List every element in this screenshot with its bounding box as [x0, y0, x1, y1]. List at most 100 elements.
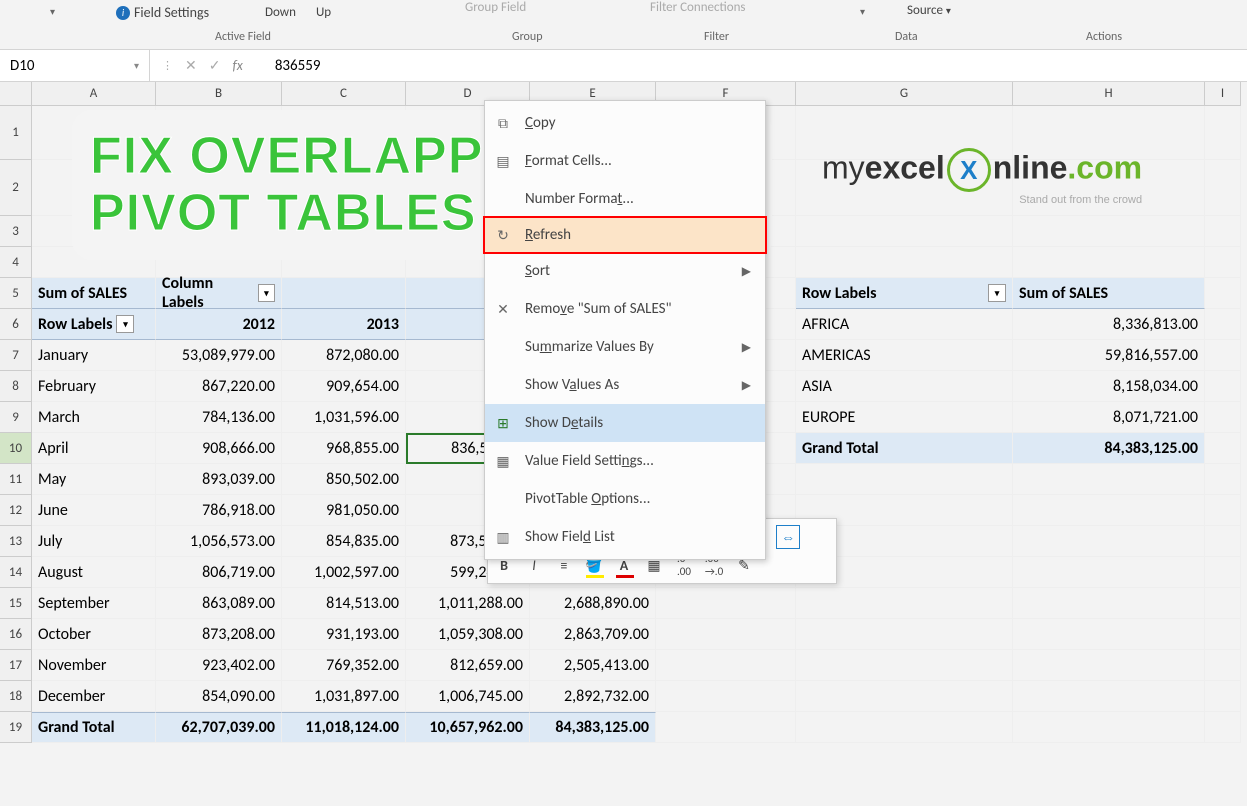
row-header-5[interactable]: 5	[0, 278, 32, 309]
row-header-19[interactable]: 19	[0, 712, 32, 743]
row-header-4[interactable]: 4	[0, 247, 32, 278]
row-header-9[interactable]: 9	[0, 402, 32, 433]
pivot2-grand-total[interactable]: 84,383,125.00	[1013, 433, 1205, 464]
col-header-C[interactable]: C	[282, 82, 406, 106]
row-header-1[interactable]: 1	[0, 106, 32, 160]
cancel-icon[interactable]: ✕	[185, 57, 197, 74]
group-label-active-field: Active Field	[215, 30, 271, 44]
col-header-B[interactable]: B	[156, 82, 282, 106]
group-field-button: Group Field	[465, 0, 526, 15]
field-list-icon: ▥	[493, 529, 513, 546]
drill-buttons: Down Up	[265, 5, 331, 20]
pivot1-row-labels[interactable]: Row Labels▾	[32, 309, 156, 340]
row-header-6[interactable]: 6	[0, 309, 32, 340]
grand-total-label[interactable]: Grand Total	[32, 712, 156, 743]
cm-refresh[interactable]: ↻Refresh	[483, 216, 767, 254]
pivot1-col-labels[interactable]: Column Labels▾	[156, 278, 282, 309]
col-header-A[interactable]: A	[32, 82, 156, 106]
row-header-2[interactable]: 2	[0, 160, 32, 216]
change-source-button[interactable]: Source ▾	[907, 3, 951, 18]
info-icon: i	[116, 6, 130, 20]
cm-show-values[interactable]: Show Values As▶	[485, 366, 765, 404]
accept-icon[interactable]: ✓	[209, 57, 221, 74]
drill-down[interactable]: Down	[265, 5, 296, 20]
fx-controls: ⋮ ✕ ✓ fx	[150, 57, 255, 74]
month[interactable]: January	[32, 340, 156, 371]
refresh-icon: ↻	[493, 227, 513, 244]
field-settings-label: Field Settings	[134, 4, 209, 21]
cm-number-format[interactable]: Number Format...	[485, 180, 765, 218]
ribbon-dropdown-2[interactable]: ▾	[860, 5, 865, 18]
pivot2-grand-total-label[interactable]: Grand Total	[796, 433, 1013, 464]
row-header-12[interactable]: 12	[0, 495, 32, 526]
context-menu: ⧉Copy ▤Format Cells... Number Format... …	[484, 100, 766, 560]
pivot2-row[interactable]: AFRICA	[796, 309, 1013, 340]
row-header-17[interactable]: 17	[0, 650, 32, 681]
cm-format-cells[interactable]: ▤Format Cells...	[485, 142, 765, 180]
row-header-3[interactable]: 3	[0, 216, 32, 247]
ribbon-dropdown[interactable]: ▾	[50, 5, 55, 18]
chevron-right-icon: ▶	[742, 340, 751, 355]
drill-up[interactable]: Up	[316, 5, 331, 20]
formula-bar: D10 ▾ ⋮ ✕ ✓ fx 836559	[0, 50, 1247, 82]
settings-icon: ▦	[493, 453, 513, 470]
cm-summarize[interactable]: Summarize Values By▶	[485, 328, 765, 366]
row-header-10[interactable]: 10	[0, 433, 32, 464]
col-header-I[interactable]: I	[1205, 82, 1241, 106]
group-label-filter: Filter	[704, 30, 729, 44]
remove-icon: ✕	[493, 301, 513, 318]
row-header-13[interactable]: 13	[0, 526, 32, 557]
row-header-16[interactable]: 16	[0, 619, 32, 650]
fx-icon[interactable]: fx	[232, 57, 242, 74]
row-header-18[interactable]: 18	[0, 681, 32, 712]
name-box[interactable]: D10 ▾	[0, 50, 150, 81]
cm-pivot-options[interactable]: PivotTable Options...	[485, 480, 765, 518]
filter-connections-button: Filter Connections	[650, 0, 746, 15]
col-header-H[interactable]: H	[1013, 82, 1205, 106]
logo-tagline: Stand out from the crowd	[822, 194, 1142, 206]
fx-expand-icon[interactable]: ⋮	[162, 59, 173, 72]
select-all-corner[interactable]	[0, 82, 32, 106]
cm-sort[interactable]: Sort▶	[485, 252, 765, 290]
pivot1-year-2012[interactable]: 2012	[156, 309, 282, 340]
filter-icon[interactable]: ▾	[988, 284, 1006, 302]
chevron-right-icon: ▶	[742, 264, 751, 279]
row-header-11[interactable]: 11	[0, 464, 32, 495]
cell-reference: D10	[10, 57, 34, 75]
chevron-right-icon: ▶	[742, 378, 751, 393]
cm-remove[interactable]: ✕Remove "Sum of SALES"	[485, 290, 765, 328]
row-header-8[interactable]: 8	[0, 371, 32, 402]
formula-input[interactable]: 836559	[255, 53, 1247, 79]
row-header-7[interactable]: 7	[0, 340, 32, 371]
logo-circle-icon: X	[947, 148, 991, 192]
col-header-G[interactable]: G	[796, 82, 1013, 106]
pivot1-year-2013[interactable]: 2013	[282, 309, 406, 340]
cm-show-field-list[interactable]: ▥Show Field List	[485, 518, 765, 556]
pivot2-row-labels[interactable]: Row Labels▾	[796, 278, 1013, 309]
row-header-14[interactable]: 14	[0, 557, 32, 588]
ribbon: ▾ i Field Settings Down Up Active Field …	[0, 0, 1247, 50]
logo-com: .com	[1067, 149, 1142, 185]
cm-show-details[interactable]: ⊞Show Details	[485, 404, 765, 442]
row-header-15[interactable]: 15	[0, 588, 32, 619]
show-details-icon: ⊞	[493, 415, 513, 432]
pivot1-title[interactable]: Sum of SALES	[32, 278, 156, 309]
format-cells-icon: ▤	[493, 153, 513, 170]
group-label-group: Group	[512, 30, 543, 44]
filter-icon[interactable]: ▾	[258, 284, 275, 302]
logo-excel: excel	[865, 149, 945, 185]
row-headers: 1 2 3 4 5 6 7 8 9 10 11 12 13 14 15 16 1…	[0, 106, 32, 743]
merge-icon[interactable]: ⇔	[776, 525, 800, 549]
group-label-actions: Actions	[1086, 30, 1122, 44]
pivot2-val[interactable]: 8,336,813.00	[1013, 309, 1205, 340]
field-settings-button[interactable]: i Field Settings	[108, 2, 217, 23]
logo-my: my	[822, 149, 865, 185]
cm-copy[interactable]: ⧉Copy	[485, 104, 765, 142]
logo: myexcelXnline.com Stand out from the cro…	[822, 148, 1142, 206]
group-label-data: Data	[895, 30, 918, 44]
logo-nline: nline	[993, 149, 1068, 185]
filter-icon[interactable]: ▾	[116, 315, 134, 333]
cm-value-field-settings[interactable]: ▦Value Field Settings...	[485, 442, 765, 480]
pivot2-sum-label[interactable]: Sum of SALES	[1013, 278, 1205, 309]
name-box-dropdown-icon[interactable]: ▾	[134, 59, 139, 72]
